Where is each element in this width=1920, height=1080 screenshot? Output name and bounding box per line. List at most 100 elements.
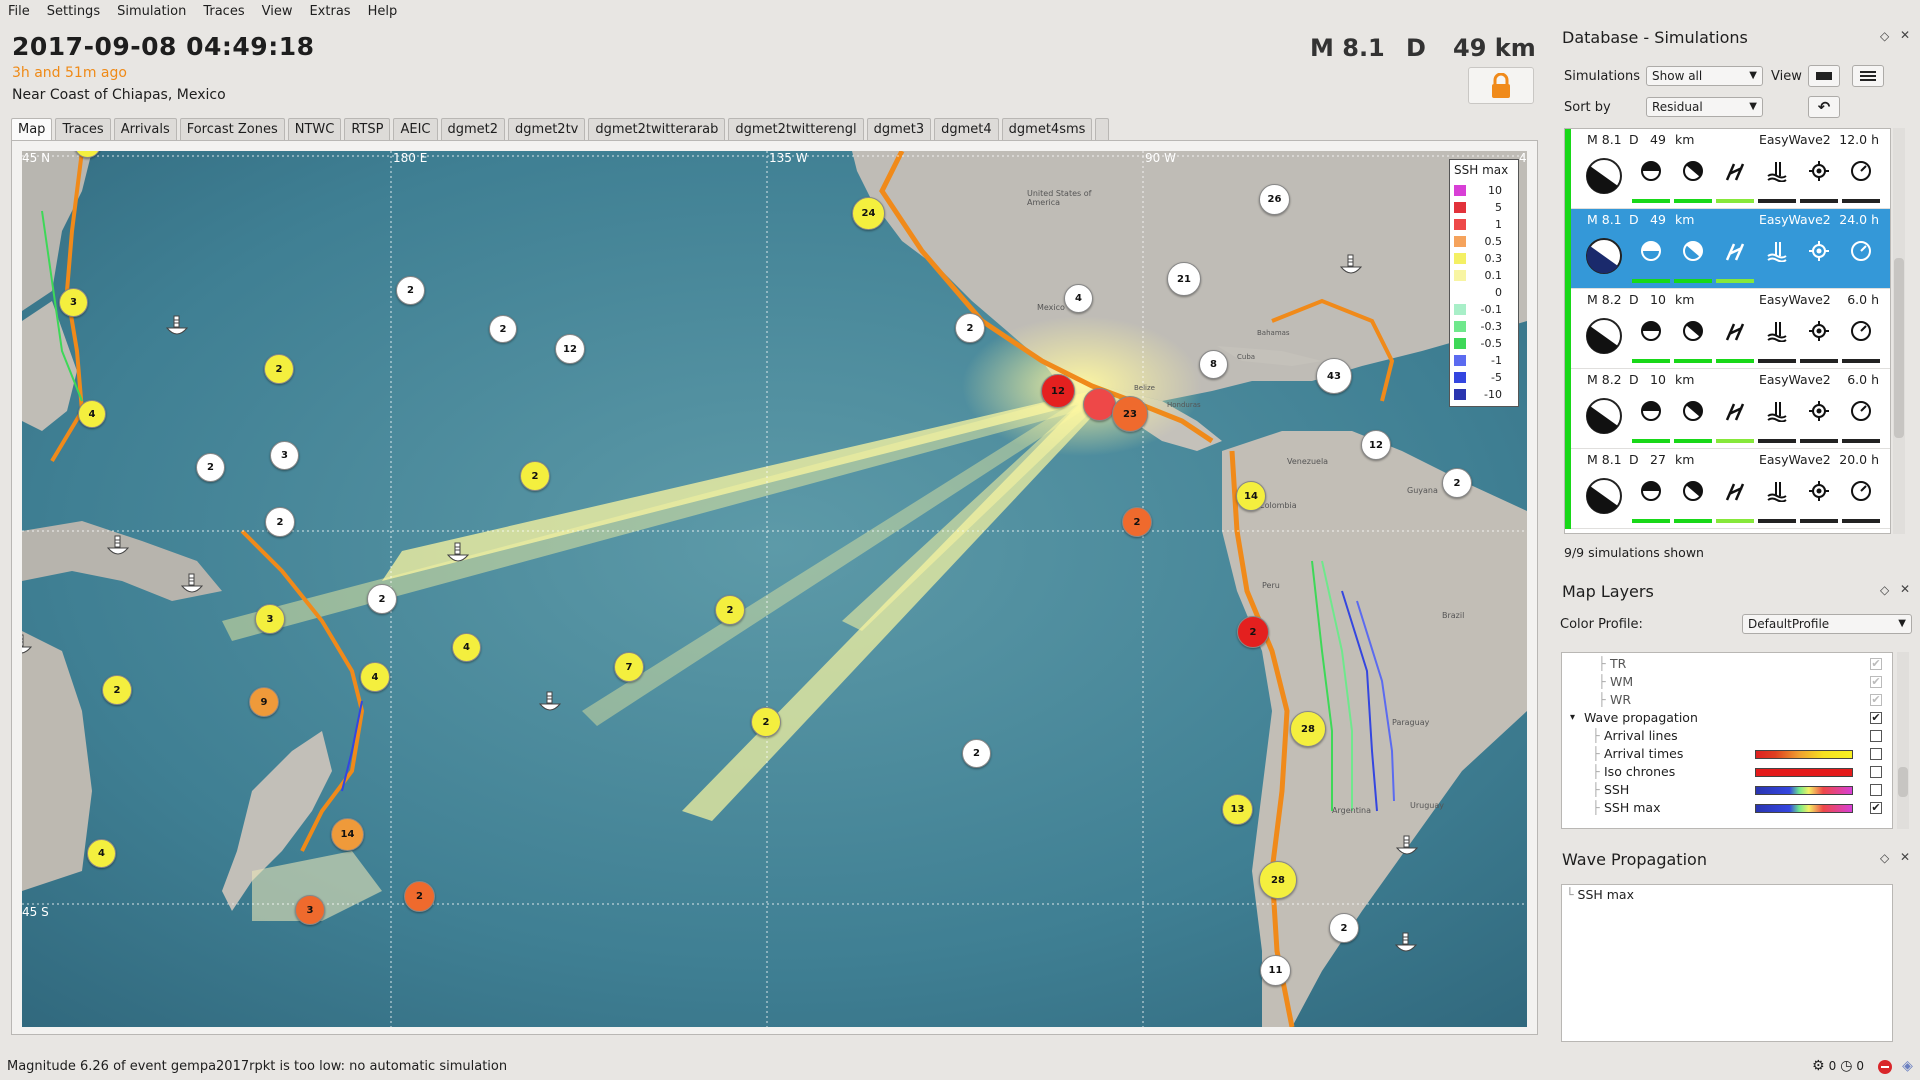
layer-wr[interactable]: ├ WR ✔	[1562, 691, 1882, 709]
panel-close-icon[interactable]: ✕	[1900, 850, 1910, 864]
panel-float-icon[interactable]: ◇	[1880, 851, 1889, 865]
tab-dgmet4[interactable]: dgmet4	[934, 118, 999, 140]
layer-tr[interactable]: ├ TR ✔	[1562, 655, 1882, 673]
layer-checkbox[interactable]: ✔	[1870, 712, 1882, 724]
panel-float-icon[interactable]: ◇	[1880, 583, 1889, 597]
station-marker[interactable]: 12	[1041, 374, 1075, 408]
station-marker[interactable]: 2	[1122, 507, 1152, 537]
epicenter-target-icon[interactable]	[1805, 397, 1833, 425]
wave-height-icon[interactable]	[1637, 317, 1665, 345]
simulation-row[interactable]: M 8.1 D 49 km EasyWave2 24.0 h	[1565, 209, 1890, 289]
station-marker[interactable]: 14	[1236, 481, 1266, 511]
station-marker[interactable]	[1083, 388, 1116, 421]
focal-mechanism-icon[interactable]	[1679, 157, 1707, 185]
buoy-icon[interactable]	[1394, 832, 1420, 858]
layer-checkbox[interactable]	[1870, 730, 1882, 742]
tab-overflow[interactable]	[1095, 118, 1110, 140]
view-list-button[interactable]	[1852, 65, 1884, 87]
sort-by-select[interactable]: Residual ▼	[1646, 97, 1763, 117]
station-marker[interactable]: 2	[265, 507, 295, 537]
station-marker[interactable]: 2	[1329, 913, 1359, 943]
map-view[interactable]: 45 N 45 S 180 E 135 W 90 W 4 United Stat…	[22, 151, 1527, 1027]
layer-checkbox[interactable]: ✔	[1870, 694, 1882, 706]
tab-rtsp[interactable]: RTSP	[344, 118, 391, 140]
station-marker[interactable]: 4	[78, 400, 106, 428]
epicenter-target-icon[interactable]	[1805, 477, 1833, 505]
station-marker[interactable]: 2	[367, 584, 397, 614]
focal-mechanism-icon[interactable]	[1679, 317, 1707, 345]
panel-close-icon[interactable]: ✕	[1900, 582, 1910, 596]
station-marker[interactable]: 4	[1064, 284, 1093, 313]
timer-icon[interactable]	[1847, 157, 1875, 185]
simulation-row[interactable]: M 8.1 D 49 km EasyWave2 12.0 h	[1565, 129, 1890, 209]
station-marker[interactable]: 24	[852, 197, 885, 230]
fault-slip-icon[interactable]	[1721, 157, 1749, 185]
station-marker[interactable]: 2	[1442, 468, 1472, 498]
buoy-icon[interactable]	[105, 532, 131, 558]
layer-checkbox[interactable]: ✔	[1870, 658, 1882, 670]
layer-iso-chrones[interactable]: ├ Iso chrones	[1562, 763, 1882, 781]
tab-traces[interactable]: Traces	[55, 118, 111, 140]
station-marker[interactable]: 2	[102, 675, 132, 705]
layer-arrival-lines[interactable]: ├ Arrival lines	[1562, 727, 1882, 745]
layer-checkbox[interactable]	[1870, 748, 1882, 760]
tab-dgmet4sms[interactable]: dgmet4sms	[1001, 118, 1093, 140]
station-marker[interactable]: 8	[1199, 350, 1228, 379]
focal-mechanism-icon[interactable]	[1679, 477, 1707, 505]
menu-simulation[interactable]: Simulation	[117, 4, 186, 19]
station-marker[interactable]: 14	[331, 818, 364, 851]
wave-height-icon[interactable]	[1637, 157, 1665, 185]
layers-scrollbar[interactable]	[1897, 652, 1909, 829]
station-marker[interactable]: 43	[1316, 358, 1352, 394]
layer-checkbox[interactable]	[1870, 766, 1882, 778]
layer-checkbox[interactable]: ✔	[1870, 676, 1882, 688]
tide-gauge-icon[interactable]	[1763, 237, 1791, 265]
layer-wm[interactable]: ├ WM ✔	[1562, 673, 1882, 691]
tab-ntwc[interactable]: NTWC	[287, 118, 342, 140]
station-marker[interactable]: 4	[87, 839, 116, 868]
tide-gauge-icon[interactable]	[1763, 397, 1791, 425]
station-marker[interactable]: 3	[255, 604, 285, 634]
focal-mechanism-icon[interactable]	[1679, 397, 1707, 425]
simulation-row[interactable]: M 8.1 D 27 km EasyWave2 20.0 h	[1565, 449, 1890, 529]
wave-height-icon[interactable]	[1637, 237, 1665, 265]
station-marker[interactable]: 2	[489, 315, 517, 343]
buoy-icon[interactable]	[164, 312, 190, 338]
station-marker[interactable]: 13	[1222, 794, 1253, 825]
station-marker[interactable]: 11	[1260, 955, 1291, 986]
menu-file[interactable]: File	[8, 4, 30, 19]
tab-dgmet2tv[interactable]: dgmet2tv	[508, 118, 586, 140]
panel-close-icon[interactable]: ✕	[1900, 28, 1910, 42]
menu-view[interactable]: View	[262, 4, 293, 19]
tide-gauge-icon[interactable]	[1763, 477, 1791, 505]
layer-wave-propagation[interactable]: ▾ Wave propagation ✔	[1562, 709, 1882, 727]
panel-float-icon[interactable]: ◇	[1880, 29, 1889, 43]
simulation-row[interactable]: M 8.2 D 10 km EasyWave2 6.0 h	[1565, 369, 1890, 449]
buoy-icon[interactable]	[22, 631, 34, 657]
tide-gauge-icon[interactable]	[1763, 317, 1791, 345]
menu-settings[interactable]: Settings	[47, 4, 100, 19]
station-marker[interactable]: 2	[196, 453, 225, 482]
station-marker[interactable]: 2	[520, 461, 550, 491]
epicenter-target-icon[interactable]	[1805, 237, 1833, 265]
station-marker[interactable]: 2	[404, 881, 435, 912]
station-marker[interactable]: 12	[555, 334, 585, 364]
chevron-down-icon[interactable]: ▾	[1570, 709, 1575, 727]
station-marker[interactable]: 4	[452, 633, 481, 662]
tab-dgmet3[interactable]: dgmet3	[866, 118, 932, 140]
scrollbar-thumb[interactable]	[1898, 767, 1908, 797]
station-marker[interactable]: 4	[360, 662, 390, 692]
wave-item-ssh-max[interactable]: └ SSH max	[1566, 887, 1634, 902]
station-marker[interactable]: 3	[295, 895, 325, 925]
epicenter-target-icon[interactable]	[1805, 157, 1833, 185]
stop-icon[interactable]	[1878, 1059, 1893, 1074]
layer-ssh[interactable]: ├ SSH	[1562, 781, 1882, 799]
station-marker[interactable]: 2	[264, 354, 294, 384]
timer-icon[interactable]	[1847, 237, 1875, 265]
tab-map[interactable]: Map	[11, 118, 53, 141]
network-icon[interactable]: ◈	[1902, 1053, 1913, 1080]
menu-extras[interactable]: Extras	[309, 4, 350, 19]
menu-traces[interactable]: Traces	[203, 4, 244, 19]
tab-dgmet2[interactable]: dgmet2	[440, 118, 506, 140]
buoy-icon[interactable]	[179, 570, 205, 596]
